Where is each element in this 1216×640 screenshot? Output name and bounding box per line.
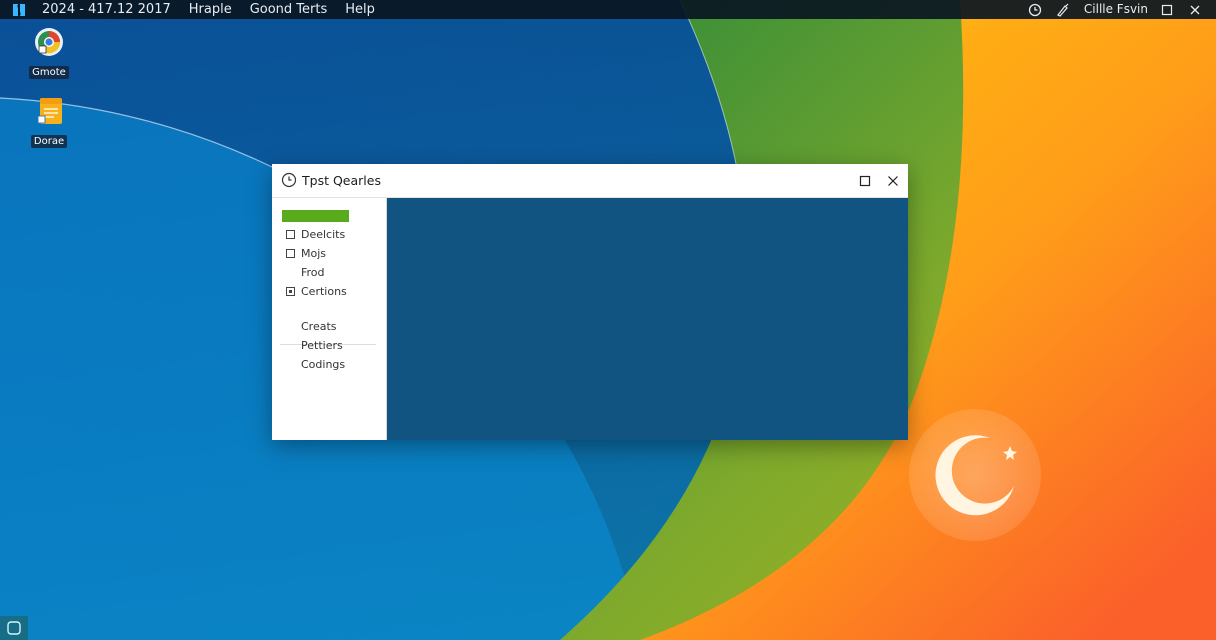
notes-icon	[37, 98, 62, 124]
window-sidebar: Deelcits Mojs Frod Certions Creats Petti…	[272, 198, 387, 440]
maximize-icon	[859, 175, 871, 187]
sidebar-item-label: Frod	[301, 266, 325, 279]
start-icon	[7, 621, 21, 635]
app-window: Tpst Qearles Deelcits Mojs Frod Certions…	[272, 164, 908, 440]
desktop-icon-label: Dorae	[30, 135, 68, 148]
sidebar-item-mojs[interactable]: Mojs	[286, 245, 378, 262]
window-title-bar[interactable]: Tpst Qearles	[272, 164, 908, 198]
browser-icon	[35, 28, 63, 56]
menubar-user-name[interactable]: Cillle Fsvin	[1084, 0, 1148, 19]
sidebar-item-label: Mojs	[301, 247, 327, 260]
sidebar-item-label: Creats	[301, 320, 337, 333]
close-icon	[888, 176, 898, 186]
sidebar-accent-bar[interactable]	[282, 210, 349, 222]
checkbox[interactable]	[286, 230, 295, 239]
pen-icon[interactable]	[1056, 3, 1070, 17]
app-logo-icon[interactable]	[12, 3, 26, 17]
desktop: 2024 - 417.12 2017 Hraple Goond Terts He…	[0, 0, 1216, 640]
maximize-button[interactable]	[856, 172, 874, 190]
top-menu-bar: 2024 - 417.12 2017 Hraple Goond Terts He…	[0, 0, 1216, 19]
sidebar-item-frod[interactable]: Frod	[286, 264, 378, 281]
menu-item-help[interactable]: Help	[345, 0, 375, 19]
app-clock-icon	[281, 172, 297, 188]
close-icon[interactable]	[1188, 3, 1202, 17]
checkbox-partial[interactable]	[286, 287, 295, 296]
sidebar-item-certions[interactable]: Certions	[286, 283, 378, 300]
sidebar-item-codings[interactable]: Codings	[286, 356, 378, 373]
desktop-icon-dorae[interactable]: Dorae	[25, 95, 73, 148]
menu-item-goond-terts[interactable]: Goond Terts	[250, 0, 328, 19]
sidebar-item-label: Deelcits	[301, 228, 346, 241]
desktop-icon-label: Gmote	[29, 66, 69, 79]
checkbox[interactable]	[286, 249, 295, 258]
sidebar-item-label: Certions	[301, 285, 347, 298]
sidebar-item-pettiers[interactable]: Pettiers	[286, 337, 378, 354]
menubar-datetime: 2024 - 417.12 2017	[42, 2, 171, 17]
sidebar-item-deelcits[interactable]: Deelcits	[286, 226, 378, 243]
sidebar-item-label: Codings	[301, 358, 346, 371]
menu-item-hraple[interactable]: Hraple	[189, 0, 232, 19]
close-window-button[interactable]	[884, 172, 902, 190]
sidebar-item-label: Pettiers	[301, 339, 343, 352]
taskbar-start-button[interactable]	[0, 616, 28, 640]
window-square-icon[interactable]	[1160, 3, 1174, 17]
clock-icon[interactable]	[1028, 3, 1042, 17]
menubar-status-area: Cillle Fsvin	[1028, 0, 1216, 19]
sidebar-item-creats[interactable]: Creats	[286, 318, 378, 335]
window-title: Tpst Qearles	[302, 173, 381, 188]
window-content-pane[interactable]	[387, 198, 908, 440]
desktop-icon-gmote[interactable]: Gmote	[25, 26, 73, 79]
